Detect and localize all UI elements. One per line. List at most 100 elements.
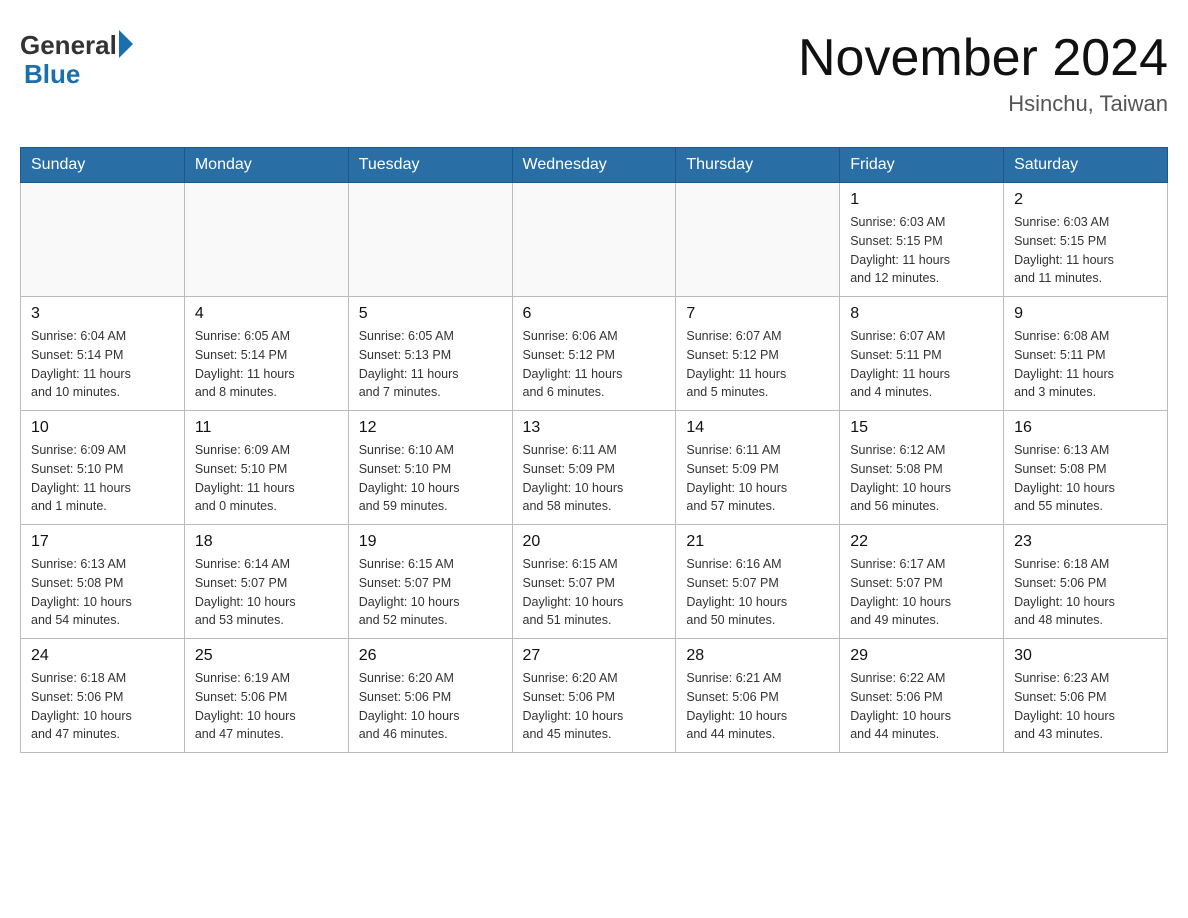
day-cell-1-6: 9 Sunrise: 6:08 AMSunset: 5:11 PMDaylight… — [1004, 297, 1168, 411]
week-row-4: 17 Sunrise: 6:13 AMSunset: 5:08 PMDayligh… — [21, 525, 1168, 639]
day-number: 22 — [850, 533, 993, 551]
day-cell-3-1: 18Sunrise: 6:14 AMSunset: 5:07 PMDayligh… — [184, 525, 348, 639]
day-info: Sunrise: 6:03 AMSunset: 5:15 PMDaylight:… — [850, 213, 993, 288]
day-number: 6 — [523, 305, 666, 323]
day-info: Sunrise: 6:22 AMSunset: 5:06 PMDaylight:… — [850, 669, 993, 744]
day-cell-4-4: 28 Sunrise: 6:21 AMSunset: 5:06 PMDayligh… — [676, 639, 840, 753]
day-cell-4-5: 29 Sunrise: 6:22 AMSunset: 5:06 PMDayligh… — [840, 639, 1004, 753]
header-saturday: Saturday — [1004, 148, 1168, 183]
month-title: November 2024 — [798, 30, 1168, 87]
day-cell-0-0 — [21, 183, 185, 297]
day-info: Sunrise: 6:17 AMSunset: 5:07 PMDaylight:… — [850, 555, 993, 630]
day-info: Sunrise: 6:08 AMSunset: 5:11 PMDaylight:… — [1014, 327, 1157, 402]
header-wednesday: Wednesday — [512, 148, 676, 183]
day-number: 18 — [195, 533, 338, 551]
day-info: Sunrise: 6:05 AMSunset: 5:14 PMDaylight:… — [195, 327, 338, 402]
week-row-2: 3Sunrise: 6:04 AMSunset: 5:14 PMDaylight… — [21, 297, 1168, 411]
day-cell-3-0: 17 Sunrise: 6:13 AMSunset: 5:08 PMDayligh… — [21, 525, 185, 639]
day-cell-4-6: 30 Sunrise: 6:23 AMSunset: 5:06 PMDayligh… — [1004, 639, 1168, 753]
day-cell-1-2: 5 Sunrise: 6:05 AMSunset: 5:13 PMDaylight… — [348, 297, 512, 411]
logo: General Blue — [20, 30, 133, 90]
header-tuesday: Tuesday — [348, 148, 512, 183]
day-info: Sunrise: 6:13 AMSunset: 5:08 PMDaylight:… — [1014, 441, 1157, 516]
day-cell-3-3: 20 Sunrise: 6:15 AMSunset: 5:07 PMDayligh… — [512, 525, 676, 639]
days-header-row: Sunday Monday Tuesday Wednesday Thursday… — [21, 148, 1168, 183]
day-cell-3-5: 22 Sunrise: 6:17 AMSunset: 5:07 PMDayligh… — [840, 525, 1004, 639]
day-number: 15 — [850, 419, 993, 437]
day-number: 28 — [686, 647, 829, 665]
day-number: 13 — [523, 419, 666, 437]
week-row-3: 10Sunrise: 6:09 AMSunset: 5:10 PMDayligh… — [21, 411, 1168, 525]
day-number: 21 — [686, 533, 829, 551]
header-friday: Friday — [840, 148, 1004, 183]
day-number: 8 — [850, 305, 993, 323]
day-number: 9 — [1014, 305, 1157, 323]
day-info: Sunrise: 6:03 AMSunset: 5:15 PMDaylight:… — [1014, 213, 1157, 288]
day-cell-4-0: 24 Sunrise: 6:18 AMSunset: 5:06 PMDayligh… — [21, 639, 185, 753]
day-cell-4-1: 25 Sunrise: 6:19 AMSunset: 5:06 PMDayligh… — [184, 639, 348, 753]
day-number: 7 — [686, 305, 829, 323]
day-number: 11 — [195, 419, 338, 437]
day-info: Sunrise: 6:18 AMSunset: 5:06 PMDaylight:… — [1014, 555, 1157, 630]
day-cell-2-0: 10Sunrise: 6:09 AMSunset: 5:10 PMDayligh… — [21, 411, 185, 525]
day-info: Sunrise: 6:23 AMSunset: 5:06 PMDaylight:… — [1014, 669, 1157, 744]
day-info: Sunrise: 6:15 AMSunset: 5:07 PMDaylight:… — [523, 555, 666, 630]
day-cell-0-2 — [348, 183, 512, 297]
header-thursday: Thursday — [676, 148, 840, 183]
day-cell-3-6: 23 Sunrise: 6:18 AMSunset: 5:06 PMDayligh… — [1004, 525, 1168, 639]
day-cell-0-4 — [676, 183, 840, 297]
day-number: 29 — [850, 647, 993, 665]
day-info: Sunrise: 6:20 AMSunset: 5:06 PMDaylight:… — [359, 669, 502, 744]
day-number: 30 — [1014, 647, 1157, 665]
day-cell-1-1: 4Sunrise: 6:05 AMSunset: 5:14 PMDaylight… — [184, 297, 348, 411]
day-cell-2-1: 11 Sunrise: 6:09 AMSunset: 5:10 PMDayligh… — [184, 411, 348, 525]
day-cell-3-2: 19Sunrise: 6:15 AMSunset: 5:07 PMDayligh… — [348, 525, 512, 639]
day-number: 14 — [686, 419, 829, 437]
day-cell-1-3: 6 Sunrise: 6:06 AMSunset: 5:12 PMDaylight… — [512, 297, 676, 411]
day-number: 5 — [359, 305, 502, 323]
day-cell-1-0: 3Sunrise: 6:04 AMSunset: 5:14 PMDaylight… — [21, 297, 185, 411]
day-cell-1-5: 8 Sunrise: 6:07 AMSunset: 5:11 PMDaylight… — [840, 297, 1004, 411]
day-number: 20 — [523, 533, 666, 551]
logo-blue-text: Blue — [24, 59, 80, 90]
day-info: Sunrise: 6:13 AMSunset: 5:08 PMDaylight:… — [31, 555, 174, 630]
day-info: Sunrise: 6:21 AMSunset: 5:06 PMDaylight:… — [686, 669, 829, 744]
day-info: Sunrise: 6:05 AMSunset: 5:13 PMDaylight:… — [359, 327, 502, 402]
day-info: Sunrise: 6:20 AMSunset: 5:06 PMDaylight:… — [523, 669, 666, 744]
day-info: Sunrise: 6:11 AMSunset: 5:09 PMDaylight:… — [686, 441, 829, 516]
day-cell-2-3: 13Sunrise: 6:11 AMSunset: 5:09 PMDayligh… — [512, 411, 676, 525]
day-info: Sunrise: 6:18 AMSunset: 5:06 PMDaylight:… — [31, 669, 174, 744]
day-number: 1 — [850, 191, 993, 209]
day-info: Sunrise: 6:07 AMSunset: 5:12 PMDaylight:… — [686, 327, 829, 402]
day-info: Sunrise: 6:19 AMSunset: 5:06 PMDaylight:… — [195, 669, 338, 744]
calendar-table: Sunday Monday Tuesday Wednesday Thursday… — [20, 147, 1168, 753]
day-cell-4-3: 27 Sunrise: 6:20 AMSunset: 5:06 PMDayligh… — [512, 639, 676, 753]
day-cell-2-5: 15Sunrise: 6:12 AMSunset: 5:08 PMDayligh… — [840, 411, 1004, 525]
day-info: Sunrise: 6:07 AMSunset: 5:11 PMDaylight:… — [850, 327, 993, 402]
day-number: 26 — [359, 647, 502, 665]
day-cell-2-2: 12Sunrise: 6:10 AMSunset: 5:10 PMDayligh… — [348, 411, 512, 525]
day-cell-0-6: 2Sunrise: 6:03 AMSunset: 5:15 PMDaylight… — [1004, 183, 1168, 297]
day-info: Sunrise: 6:09 AMSunset: 5:10 PMDaylight:… — [195, 441, 338, 516]
location-title: Hsinchu, Taiwan — [798, 91, 1168, 117]
day-number: 23 — [1014, 533, 1157, 551]
day-number: 16 — [1014, 419, 1157, 437]
day-cell-1-4: 7 Sunrise: 6:07 AMSunset: 5:12 PMDaylight… — [676, 297, 840, 411]
day-number: 25 — [195, 647, 338, 665]
day-cell-2-6: 16 Sunrise: 6:13 AMSunset: 5:08 PMDayligh… — [1004, 411, 1168, 525]
day-info: Sunrise: 6:10 AMSunset: 5:10 PMDaylight:… — [359, 441, 502, 516]
day-cell-4-2: 26 Sunrise: 6:20 AMSunset: 5:06 PMDayligh… — [348, 639, 512, 753]
day-number: 19 — [359, 533, 502, 551]
day-cell-0-5: 1 Sunrise: 6:03 AMSunset: 5:15 PMDaylight… — [840, 183, 1004, 297]
header-monday: Monday — [184, 148, 348, 183]
day-cell-0-1 — [184, 183, 348, 297]
day-info: Sunrise: 6:16 AMSunset: 5:07 PMDaylight:… — [686, 555, 829, 630]
day-number: 24 — [31, 647, 174, 665]
day-info: Sunrise: 6:06 AMSunset: 5:12 PMDaylight:… — [523, 327, 666, 402]
week-row-1: 1 Sunrise: 6:03 AMSunset: 5:15 PMDaylight… — [21, 183, 1168, 297]
week-row-5: 24 Sunrise: 6:18 AMSunset: 5:06 PMDayligh… — [21, 639, 1168, 753]
logo-arrow-icon — [119, 30, 133, 58]
day-number: 17 — [31, 533, 174, 551]
day-number: 27 — [523, 647, 666, 665]
page-header: General Blue November 2024 Hsinchu, Taiw… — [20, 20, 1168, 127]
